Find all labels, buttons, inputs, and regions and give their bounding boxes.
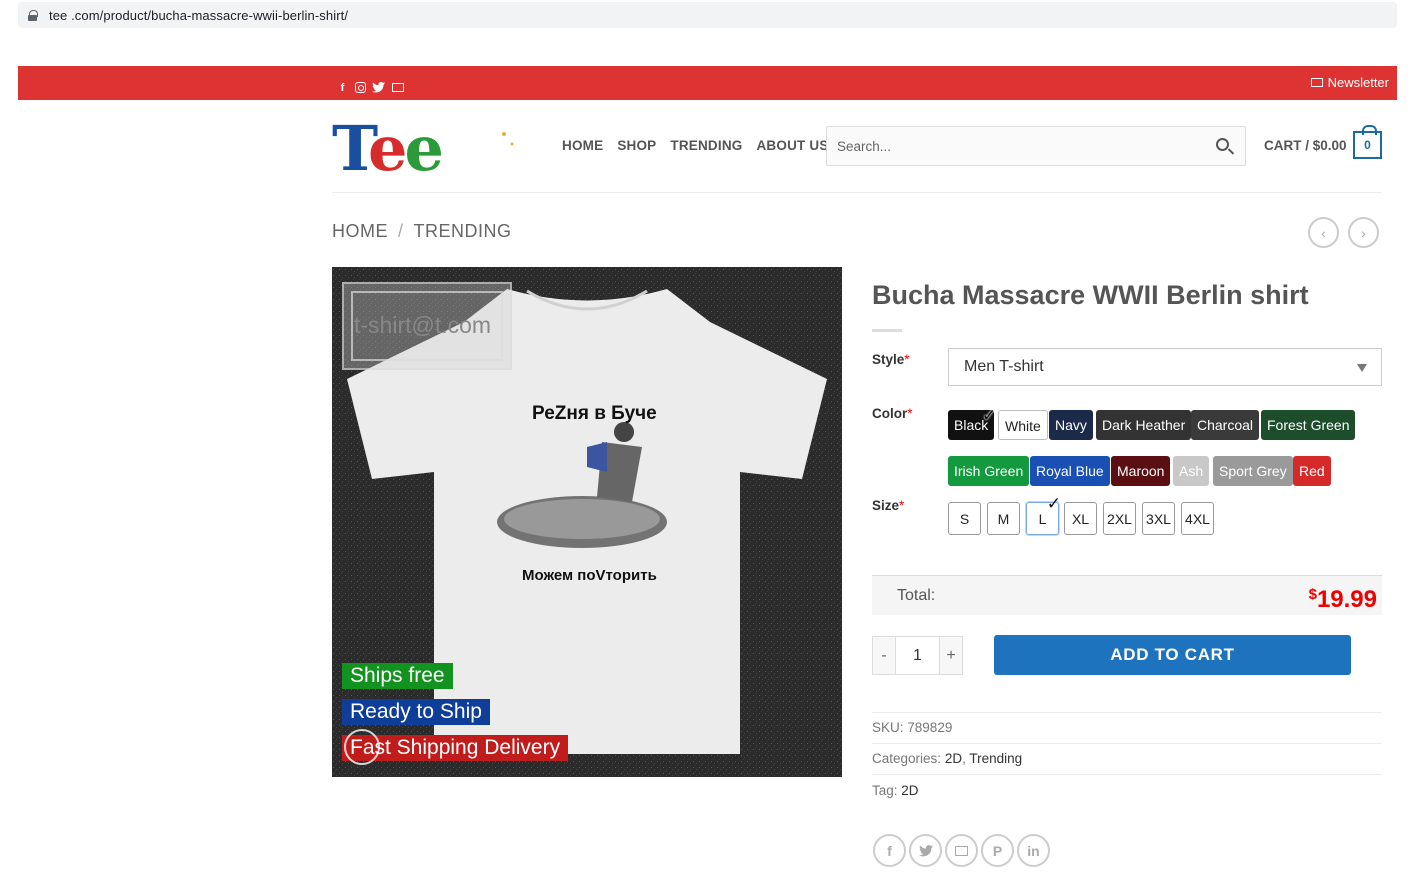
size-option-4xl[interactable]: 4XL <box>1181 502 1214 535</box>
category-link-2d[interactable]: 2D <box>945 751 962 766</box>
social-links: f <box>336 81 404 94</box>
sku-value: 789829 <box>907 720 953 735</box>
color-swatch-irish-green[interactable]: Irish Green <box>948 456 1030 486</box>
email-icon[interactable] <box>391 81 404 94</box>
dropdown-arrow-icon <box>1357 364 1367 372</box>
add-to-cart-button[interactable]: ADD TO CART <box>994 635 1351 675</box>
color-swatch-white[interactable]: White <box>998 410 1048 440</box>
twitter-icon[interactable] <box>372 81 385 94</box>
style-select[interactable]: Men T-shirt <box>948 348 1382 386</box>
breadcrumb-trending[interactable]: TRENDING <box>414 221 512 242</box>
size-label: Size* <box>872 498 905 513</box>
ready-to-ship-badge: Ready to Ship <box>342 699 490 725</box>
color-swatch-charcoal[interactable]: Charcoal <box>1191 410 1260 440</box>
url-text[interactable]: tee .com/product/bucha-massacre-wwii-ber… <box>49 8 348 23</box>
share-twitter-icon[interactable] <box>909 834 942 867</box>
search-icon[interactable] <box>1216 138 1229 151</box>
chevron-left-icon: ‹ <box>1321 224 1326 241</box>
color-swatch-royal-blue[interactable]: Royal Blue <box>1030 456 1110 486</box>
top-bar <box>18 66 1397 100</box>
style-selected-value: Men T-shirt <box>964 358 1044 375</box>
search-input[interactable] <box>827 127 1197 165</box>
svg-text:Tee: Tee <box>332 112 441 178</box>
quantity-plus-button[interactable]: + <box>940 637 962 674</box>
tag-line: Tag: 2D <box>872 783 919 798</box>
site-logo[interactable]: Tee <box>332 112 532 185</box>
total-label: Total: <box>897 587 936 604</box>
total-price: $19.99 <box>1308 586 1377 613</box>
instagram-icon[interactable] <box>355 82 366 93</box>
color-label: Color* <box>872 406 913 421</box>
envelope-icon <box>1310 78 1323 87</box>
breadcrumb-home[interactable]: HOME <box>332 221 388 242</box>
nav-home[interactable]: HOME <box>562 138 603 153</box>
color-swatch-red[interactable]: Red <box>1293 456 1331 486</box>
color-swatch-dark-heather[interactable]: Dark Heather <box>1096 410 1192 440</box>
color-swatch-sport-grey[interactable]: Sport Grey <box>1213 456 1293 486</box>
newsletter-link[interactable]: Newsletter <box>1310 75 1389 90</box>
header-divider <box>332 192 1382 193</box>
main-nav: HOME SHOP TRENDING ABOUT US <box>562 138 829 153</box>
quantity-minus-button[interactable]: - <box>873 637 895 674</box>
share-facebook-icon[interactable]: f <box>873 834 906 867</box>
quantity-stepper: - 1 + <box>872 636 963 675</box>
style-label: Style* <box>872 352 910 367</box>
meta-divider <box>872 774 1382 775</box>
next-product-button[interactable]: › <box>1348 217 1379 248</box>
title-divider <box>872 329 902 332</box>
size-option-3xl[interactable]: 3XL <box>1142 502 1175 535</box>
share-email-icon[interactable] <box>945 834 978 867</box>
cart-count-badge[interactable]: 0 <box>1353 125 1382 159</box>
tag-link-2d[interactable]: 2D <box>901 783 918 798</box>
nav-shop[interactable]: SHOP <box>617 138 656 153</box>
size-option-l[interactable]: L <box>1026 494 1061 535</box>
cart-link[interactable]: CART / $0.00 <box>1264 138 1347 153</box>
size-option-xl[interactable]: XL <box>1064 502 1097 535</box>
ships-free-badge: Ships free <box>342 663 453 689</box>
breadcrumb: HOME / TRENDING <box>332 221 512 242</box>
product-title: Bucha Massacre WWII Berlin shirt <box>872 280 1309 310</box>
quantity-input[interactable]: 1 <box>895 637 940 674</box>
color-swatch-forest-green[interactable]: Forest Green <box>1261 410 1356 440</box>
size-option-2xl[interactable]: 2XL <box>1103 502 1136 535</box>
categories-line: Categories: 2D, Trending <box>872 751 1023 766</box>
zoom-icon[interactable] <box>344 729 380 765</box>
product-image[interactable]: t-shirt@t.com РеZня в Буче Можем поVтори… <box>332 267 842 777</box>
size-option-s[interactable]: S <box>948 502 981 535</box>
size-option-m[interactable]: M <box>987 502 1020 535</box>
search-box <box>826 126 1246 166</box>
share-linkedin-icon[interactable]: in <box>1017 834 1050 867</box>
nav-trending[interactable]: TRENDING <box>670 138 742 153</box>
watermark-text: t-shirt@t.com <box>354 312 492 338</box>
sku-line: SKU: 789829 <box>872 720 953 735</box>
nav-about-us[interactable]: ABOUT US <box>756 138 828 153</box>
logo-graphic: Tee <box>332 112 514 185</box>
print-text-bottom: Можем поVторить <box>522 567 657 584</box>
color-swatch-black[interactable]: Black <box>948 401 996 440</box>
color-swatch-ash[interactable]: Ash <box>1173 456 1210 486</box>
meta-divider <box>872 743 1382 744</box>
meta-divider <box>872 712 1382 713</box>
chevron-right-icon: › <box>1361 224 1366 241</box>
color-swatch-navy[interactable]: Navy <box>1049 410 1093 440</box>
total-box: Total: $19.99 <box>872 575 1382 615</box>
address-bar[interactable]: tee .com/product/bucha-massacre-wwii-ber… <box>18 2 1397 28</box>
print-text-top: РеZня в Буче <box>532 403 657 424</box>
previous-product-button[interactable]: ‹ <box>1308 217 1339 248</box>
facebook-icon[interactable]: f <box>336 81 349 94</box>
share-pinterest-icon[interactable]: P <box>981 834 1014 867</box>
newsletter-label: Newsletter <box>1327 75 1389 90</box>
color-swatch-maroon[interactable]: Maroon <box>1111 456 1171 486</box>
category-link-trending[interactable]: Trending <box>969 751 1022 766</box>
lock-icon <box>28 9 38 21</box>
breadcrumb-separator: / <box>398 221 404 241</box>
